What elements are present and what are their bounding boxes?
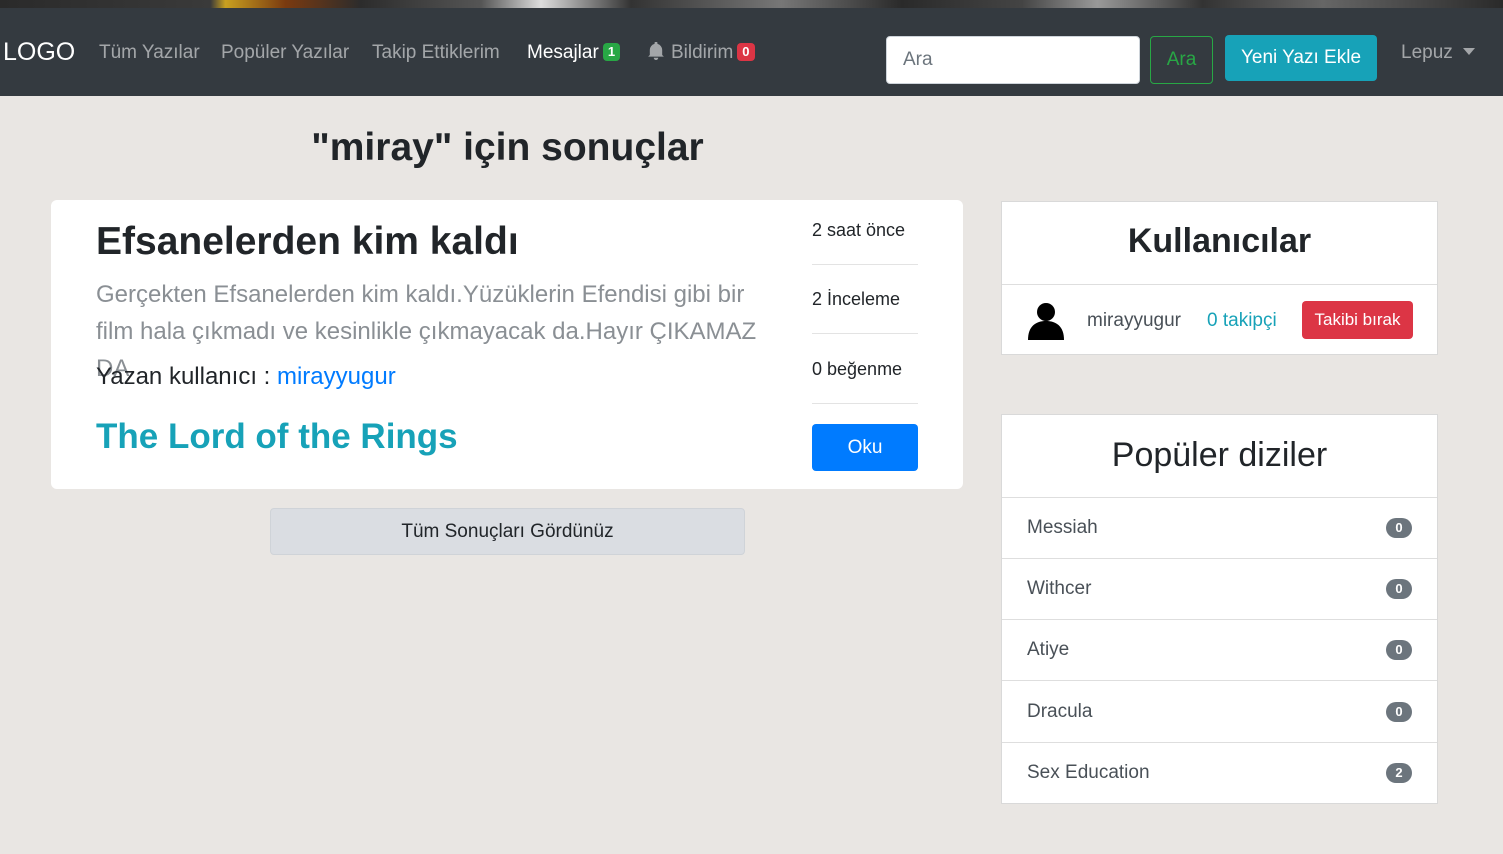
popular-series-panel: Popüler diziler Messiah 0 Withcer 0 Atiy… (1001, 414, 1438, 804)
post-author-label: Yazan kullanıcı : (96, 363, 277, 390)
user-followers-link[interactable]: 0 takipçi (1207, 310, 1277, 332)
post-time: 2 saat önce (812, 220, 906, 240)
nav-following[interactable]: Takip Ettiklerim (372, 42, 500, 64)
series-item[interactable]: Atiye 0 (1002, 620, 1437, 681)
divider (812, 264, 918, 265)
header-banner-image (0, 0, 1503, 8)
series-item[interactable]: Withcer 0 (1002, 559, 1437, 620)
series-item[interactable]: Messiah 0 (1002, 498, 1437, 559)
series-count-badge: 0 (1386, 640, 1412, 660)
user-name-link[interactable]: mirayyugur (1087, 310, 1181, 332)
popular-series-title: Popüler diziler (1002, 415, 1437, 498)
post-reviews-count: 2 İnceleme (812, 289, 901, 309)
post-author-line: Yazan kullanıcı : mirayyugur (96, 363, 396, 391)
messages-count-badge: 1 (602, 43, 621, 61)
search-button[interactable]: Ara (1150, 36, 1213, 84)
post-card: Efsanelerden kim kaldı Gerçekten Efsanel… (51, 200, 963, 489)
post-show-link[interactable]: The Lord of the Rings (96, 417, 458, 457)
users-panel: Kullanıcılar mirayyugur 0 takipçi Takibi… (1001, 201, 1438, 355)
series-count-badge: 0 (1386, 579, 1412, 599)
series-name: Atiye (1027, 639, 1070, 660)
user-silhouette-icon[interactable] (1027, 300, 1065, 340)
users-panel-title: Kullanıcılar (1002, 202, 1437, 285)
nav-all-posts[interactable]: Tüm Yazılar (99, 42, 200, 64)
series-name: Dracula (1027, 701, 1093, 722)
new-post-button[interactable]: Yeni Yazı Ekle (1225, 35, 1377, 81)
post-title: Efsanelerden kim kaldı (96, 220, 519, 263)
series-count-badge: 2 (1386, 763, 1412, 783)
user-menu-dropdown[interactable]: Lepuz (1401, 42, 1475, 64)
brand-logo[interactable]: LOGO (3, 38, 75, 67)
nav-messages-label: Mesajlar (527, 42, 599, 63)
series-name: Messiah (1027, 517, 1098, 538)
post-likes-count: 0 beğenme (812, 359, 903, 379)
nav-messages[interactable]: Mesajlar 1 (527, 42, 621, 64)
top-navbar: LOGO Tüm Yazılar Popüler Yazılar Takip E… (0, 8, 1503, 96)
bell-icon (648, 42, 664, 60)
unfollow-button[interactable]: Takibi bırak (1302, 301, 1413, 339)
notifications-count-badge: 0 (737, 43, 755, 61)
search-input[interactable] (886, 36, 1140, 84)
series-item[interactable]: Sex Education 2 (1002, 743, 1437, 804)
nav-notifications-label: Bildirim (671, 42, 734, 63)
read-button[interactable]: Oku (812, 424, 918, 471)
search-results-title: "miray" için sonuçlar (311, 126, 704, 169)
series-count-badge: 0 (1386, 518, 1412, 538)
divider (812, 403, 918, 404)
all-results-seen-button[interactable]: Tüm Sonuçları Gördünüz (270, 508, 745, 555)
series-item[interactable]: Dracula 0 (1002, 682, 1437, 743)
post-author-link[interactable]: mirayyugur (277, 363, 396, 390)
nav-notifications[interactable]: Bildirim 0 (647, 42, 755, 64)
series-count-badge: 0 (1386, 702, 1412, 722)
divider (812, 333, 918, 334)
caret-down-icon (1462, 48, 1475, 55)
series-name: Sex Education (1027, 762, 1150, 783)
user-menu-label: Lepuz (1401, 42, 1453, 63)
series-name: Withcer (1027, 578, 1092, 599)
nav-popular-posts[interactable]: Popüler Yazılar (221, 42, 349, 64)
